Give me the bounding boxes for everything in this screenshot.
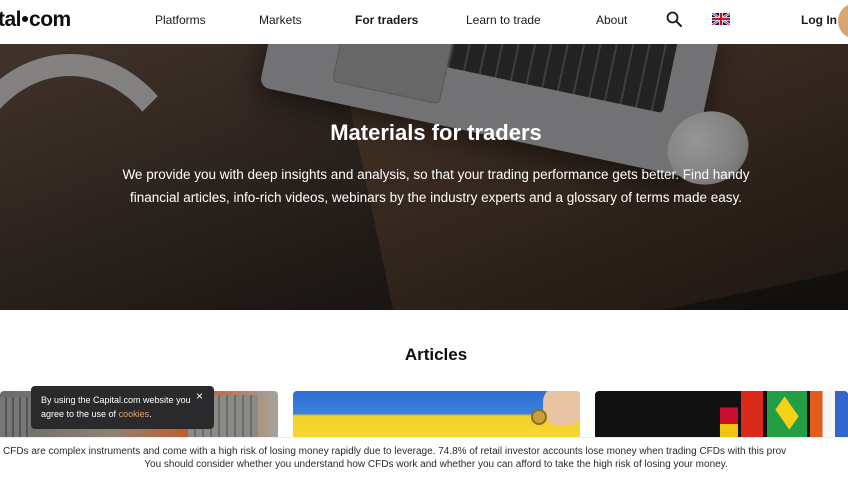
cookie-notice: By using the Capital.com website you agr… (31, 386, 214, 429)
article-card-3[interactable] (595, 391, 848, 441)
signup-button[interactable] (838, 3, 848, 39)
logo[interactable]: tal com (0, 8, 71, 32)
search-icon[interactable] (666, 11, 682, 27)
nav-markets[interactable]: Markets (259, 13, 302, 27)
nav-about[interactable]: About (596, 13, 627, 27)
cookie-text: By using the Capital.com website you agr… (41, 395, 191, 419)
nav-learn-to-trade[interactable]: Learn to trade (466, 13, 541, 27)
articles-heading: Articles (404, 345, 468, 364)
coin-icon (531, 409, 547, 425)
hero-title: Materials for traders (330, 120, 542, 145)
article-card-2[interactable] (293, 391, 580, 441)
cookies-link[interactable]: cookies (119, 409, 150, 419)
risk-warning-bar: CFDs are complex instruments and come wi… (0, 437, 848, 477)
site-header: tal com Platforms Markets For traders Lea… (0, 0, 848, 44)
close-icon[interactable]: × (196, 390, 203, 402)
uk-flag-icon[interactable] (712, 13, 730, 25)
nav-platforms[interactable]: Platforms (155, 13, 206, 27)
risk-warning-line-2: You should consider whether you understa… (144, 459, 728, 470)
login-button[interactable]: Log In (801, 13, 837, 27)
hero-description: We provide you with deep insights and an… (122, 167, 750, 205)
hero-banner: Materials for traders We provide you wit… (0, 44, 848, 310)
risk-warning-line-1: CFDs are complex instruments and come wi… (3, 446, 787, 457)
nav-for-traders[interactable]: For traders (355, 13, 418, 27)
